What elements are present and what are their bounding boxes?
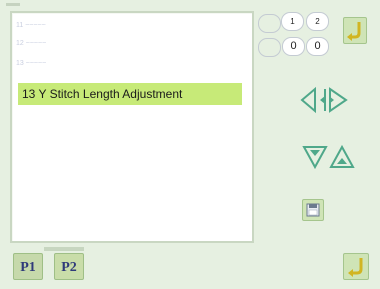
parameter-list[interactable]: 11 ~~~~~ 12 ~~~~~ 13 ~~~~~ 13 Y Stitch L… bbox=[10, 11, 254, 243]
counter-index-2: 2 bbox=[306, 12, 329, 31]
left-right-button[interactable] bbox=[300, 86, 352, 114]
return-button[interactable] bbox=[343, 17, 367, 44]
down-up-arrows-icon bbox=[302, 143, 356, 171]
counter-slot bbox=[258, 38, 281, 57]
left-right-arrows-icon bbox=[300, 86, 352, 114]
page-tab-indicator bbox=[44, 247, 84, 251]
save-disk-icon bbox=[306, 203, 320, 217]
page-button-p1[interactable]: P1 bbox=[13, 253, 43, 280]
list-item-selected[interactable]: 13 Y Stitch Length Adjustment bbox=[18, 83, 242, 105]
save-button[interactable] bbox=[302, 199, 324, 221]
counter-index-1: 1 bbox=[281, 12, 304, 31]
list-item[interactable]: 13 ~~~~~ bbox=[16, 57, 46, 71]
top-indicator bbox=[6, 3, 20, 6]
enter-arrow-icon bbox=[348, 258, 363, 277]
screen: 11 ~~~~~ 12 ~~~~~ 13 ~~~~~ 13 Y Stitch L… bbox=[0, 0, 380, 289]
counter-value-2[interactable]: 0 bbox=[306, 37, 329, 56]
enter-button[interactable] bbox=[343, 253, 369, 280]
down-up-button[interactable] bbox=[302, 143, 356, 171]
return-arrow-icon bbox=[347, 22, 361, 41]
page-button-p2[interactable]: P2 bbox=[54, 253, 84, 280]
list-item[interactable]: 12 ~~~~~ bbox=[16, 37, 46, 51]
counter-slot bbox=[258, 14, 281, 33]
counter-value-1[interactable]: 0 bbox=[282, 37, 305, 56]
list-item[interactable]: 11 ~~~~~ bbox=[16, 19, 46, 33]
